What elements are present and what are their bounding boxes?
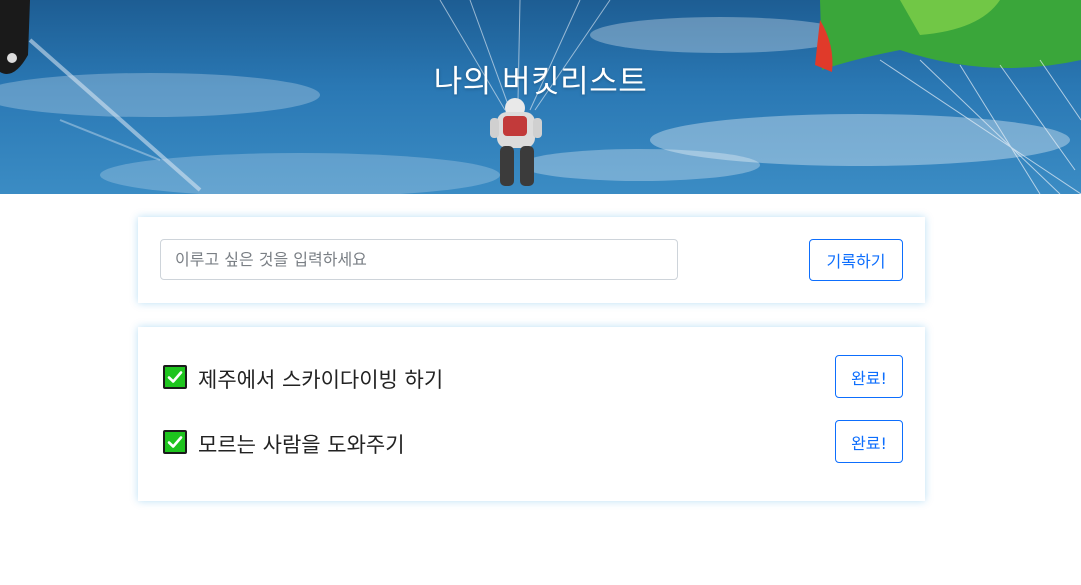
bucket-list-card: 제주에서 스카이다이빙 하기 완료! 모르는 사람을 도와주기 완료! — [138, 327, 925, 501]
checkmark-icon — [163, 365, 187, 389]
list-item: 제주에서 스카이다이빙 하기 완료! — [163, 355, 903, 399]
list-item-text: 모르는 사람을 도와주기 — [198, 433, 405, 457]
page-title: 나의 버킷리스트 — [433, 64, 648, 100]
list-item: 모르는 사람을 도와주기 완료! — [163, 420, 903, 464]
checkmark-icon — [163, 430, 187, 454]
record-button[interactable]: 기록하기 — [809, 239, 903, 281]
done-button[interactable]: 완료! — [835, 420, 903, 463]
done-button[interactable]: 완료! — [835, 355, 903, 398]
bucket-input[interactable] — [160, 239, 678, 280]
hero-banner: 나의 버킷리스트 — [0, 0, 1081, 194]
list-item-text: 제주에서 스카이다이빙 하기 — [198, 368, 444, 392]
input-card: 기록하기 — [138, 217, 925, 303]
